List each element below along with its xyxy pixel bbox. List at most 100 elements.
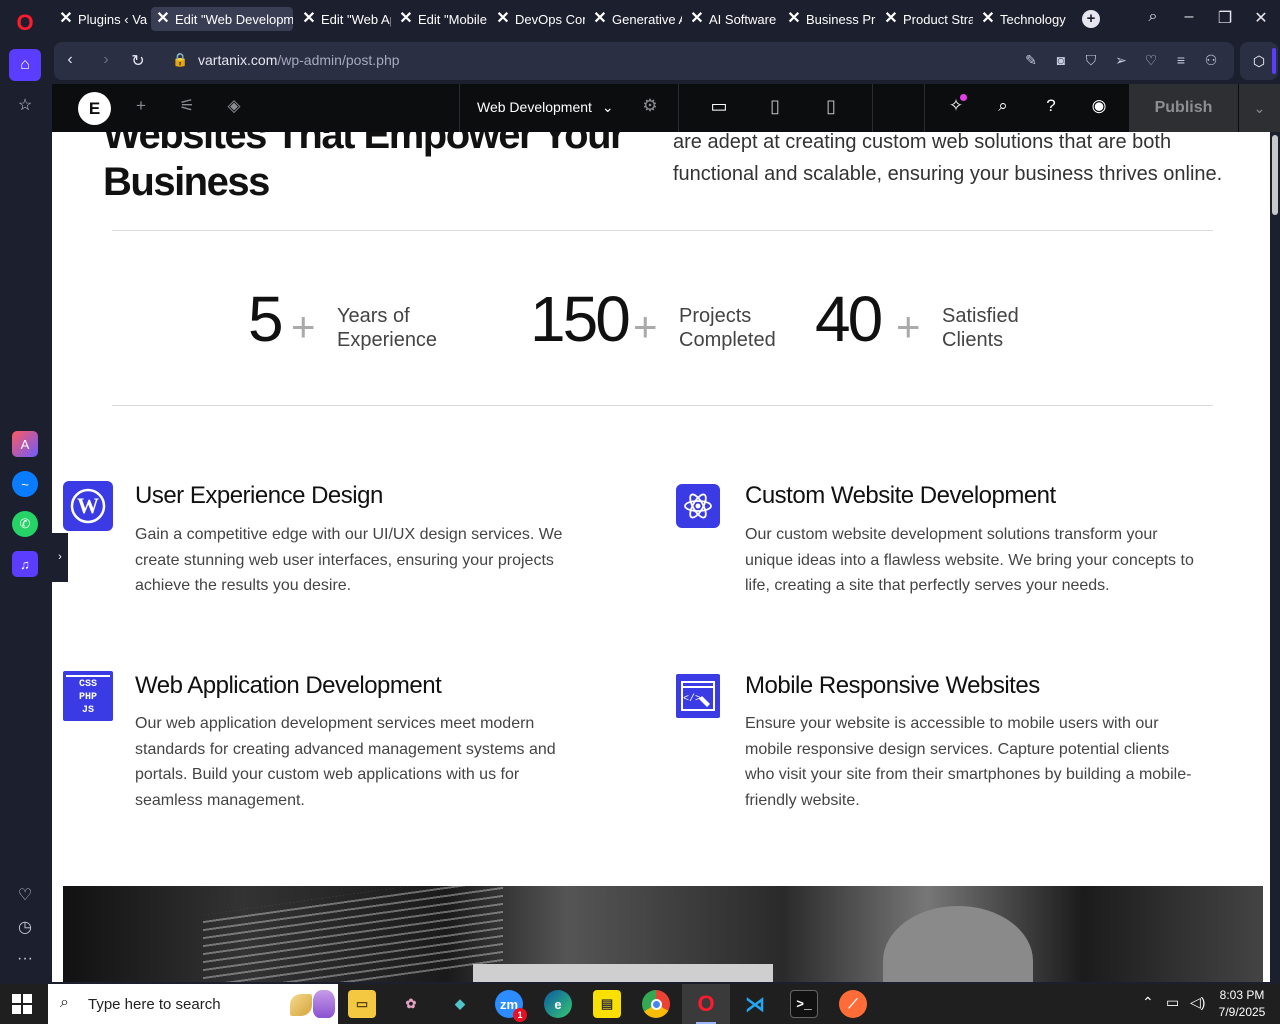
add-element-icon[interactable]: +	[129, 96, 153, 116]
music-player-icon[interactable]: ♫	[12, 551, 38, 577]
vscode-icon[interactable]: ⋊	[741, 990, 769, 1018]
tab-ai-software[interactable]: ✕ AI Software	[685, 7, 779, 31]
reload-icon[interactable]: ↻	[128, 51, 148, 71]
tab-edit-mobile[interactable]: ✕ Edit "Mobile	[394, 7, 488, 31]
messenger-icon[interactable]: ~	[12, 471, 38, 497]
back-icon[interactable]: ‹	[60, 51, 80, 69]
site-settings-icon[interactable]: ⚟	[175, 96, 199, 116]
more-icon[interactable]: ···	[9, 943, 41, 975]
zoom-icon[interactable]: zm 1	[495, 990, 527, 1022]
wordpress-icon[interactable]: W	[63, 481, 113, 531]
edge-icon[interactable]: e	[544, 990, 572, 1018]
stat-label[interactable]: Projects Completed	[679, 304, 809, 352]
minimize-button[interactable]: –	[1178, 8, 1200, 26]
service-title[interactable]: User Experience Design	[135, 482, 383, 510]
extensions-icon[interactable]: ⬡	[1240, 42, 1278, 80]
shield-icon[interactable]: ⛉	[1082, 52, 1100, 69]
help-icon[interactable]: ?	[1039, 96, 1063, 116]
finder-search-icon[interactable]: ⌕	[991, 96, 1015, 116]
address-bar: ‹ › ↻ 🔒 vartanix.com/wp-admin/post.php ✎…	[50, 42, 1280, 80]
panel-expand-chevron-icon[interactable]: ›	[52, 533, 68, 582]
camera-icon[interactable]: ◙	[1052, 52, 1070, 68]
restore-button[interactable]: ❐	[1214, 8, 1236, 28]
service-title[interactable]: Custom Website Development	[745, 482, 1056, 510]
service-title[interactable]: Web Application Development	[135, 672, 442, 700]
service-description[interactable]: Ensure your website is accessible to mob…	[745, 711, 1195, 813]
tab-plugins[interactable]: ✕ Plugins ‹ Vart	[54, 7, 148, 31]
tab-devops[interactable]: ✕ DevOps Con	[491, 7, 585, 31]
windows-start-icon[interactable]	[12, 994, 32, 1014]
terminal-icon[interactable]: >_	[790, 990, 818, 1018]
service-description[interactable]: Gain a competitive edge with our UI/UX d…	[135, 522, 585, 599]
tray-chevron-up-icon[interactable]: ⌃	[1142, 994, 1154, 1011]
css-php-js-icon[interactable]: CSS PHP JS	[63, 671, 113, 721]
search-tabs-icon[interactable]: ⌕	[1142, 8, 1164, 26]
new-tab-button[interactable]: +	[1082, 10, 1100, 28]
scrollbar-thumb[interactable]	[1272, 135, 1278, 215]
opera-logo-icon[interactable]: O	[12, 10, 38, 36]
divider	[459, 84, 460, 132]
structure-layers-icon[interactable]: ◈	[222, 96, 246, 116]
taskbar-search[interactable]: ⌕ Type here to search	[48, 984, 338, 1024]
stat-number[interactable]: 5	[248, 284, 284, 354]
tab-edit-web-development[interactable]: ✕ Edit "Web Developme	[151, 7, 293, 31]
service-description[interactable]: Our custom website development solutions…	[745, 522, 1195, 599]
code-wrench-icon[interactable]: </>	[676, 674, 720, 718]
heart-icon[interactable]: ♡	[1142, 52, 1160, 69]
page-settings-icon[interactable]: ⚙	[638, 96, 662, 116]
postman-icon[interactable]: ⟋	[839, 990, 867, 1018]
menu-icon[interactable]: ≡	[1172, 52, 1190, 68]
edit-icon[interactable]: ✎	[1022, 52, 1040, 69]
elementor-logo-icon[interactable]: E	[78, 92, 111, 125]
volume-icon[interactable]: ◁)	[1190, 994, 1205, 1011]
divider	[924, 84, 925, 132]
forward-icon[interactable]: ›	[96, 51, 116, 69]
chrome-icon[interactable]	[642, 990, 670, 1018]
opera-icon[interactable]: O	[692, 990, 720, 1024]
profile-icon[interactable]: ⚇	[1202, 52, 1220, 69]
tab-bar: ✕ Plugins ‹ Vart ✕ Edit "Web Developme ✕ Ed…	[50, 0, 1280, 38]
send-icon[interactable]: ➢	[1112, 52, 1130, 69]
file-explorer-icon[interactable]: ▭	[348, 990, 376, 1018]
whatsapp-icon[interactable]: ✆	[12, 511, 38, 537]
hero-title[interactable]: Websites That Empower Your Business	[103, 132, 626, 206]
tab-technology[interactable]: ✕Technology S	[976, 7, 1070, 31]
service-title[interactable]: Mobile Responsive Websites	[745, 672, 1040, 700]
mobile-view-icon[interactable]: ▯	[820, 96, 842, 117]
network-icon[interactable]: ▭	[1166, 994, 1179, 1011]
tab-edit-web-app[interactable]: ✕ Edit "Web Ap	[297, 7, 391, 31]
aria-icon[interactable]: A	[12, 431, 38, 457]
publish-button[interactable]: Publish	[1129, 84, 1238, 132]
hero-photo[interactable]	[63, 886, 1263, 982]
opera-sidebar: O ⌂ ☆ A ~ ✆ ♫ ♡ ◷ ···	[0, 0, 50, 984]
document-title-dropdown[interactable]: Web Development ⌄	[477, 99, 614, 116]
sticky-notes-icon[interactable]: ▤	[593, 990, 621, 1018]
tablet-view-icon[interactable]: ▯	[764, 96, 786, 117]
tab-product-strategy[interactable]: ✕ Product Strat	[879, 7, 973, 31]
system-clock[interactable]: 8:03 PM 7/9/2025	[1212, 987, 1272, 1021]
url-text[interactable]: vartanix.com/wp-admin/post.php	[198, 52, 400, 68]
star-icon[interactable]: ☆	[9, 89, 41, 121]
scrollbar-track[interactable]	[1270, 132, 1280, 982]
preview-eye-icon[interactable]: ◉	[1087, 96, 1111, 116]
tab-generative-ai[interactable]: ✕ Generative A	[588, 7, 682, 31]
desktop-view-icon[interactable]: ▭	[708, 96, 730, 117]
history-icon[interactable]: ◷	[9, 911, 41, 943]
tab-business-process[interactable]: ✕ Business Pro	[782, 7, 876, 31]
close-window-button[interactable]: ✕	[1250, 8, 1272, 28]
editor-canvas[interactable]: Websites That Empower Your Business are …	[52, 132, 1270, 982]
address-field[interactable]: ‹ › ↻ 🔒 vartanix.com/wp-admin/post.php ✎…	[54, 42, 1234, 80]
stat-label[interactable]: Years of Experience	[337, 304, 467, 352]
service-description[interactable]: Our web application development services…	[135, 711, 585, 813]
atom-icon[interactable]	[676, 484, 720, 528]
home-icon[interactable]: ⌂	[9, 49, 41, 81]
stat-number[interactable]: 150	[530, 284, 631, 354]
app-diamond-icon[interactable]: ◆	[446, 990, 474, 1018]
stat-label[interactable]: Satisfied Clients	[942, 304, 1072, 352]
stat-number[interactable]: 40	[815, 284, 883, 354]
publish-options-chevron-icon[interactable]: ⌄	[1239, 84, 1280, 132]
heart-icon[interactable]: ♡	[9, 879, 41, 911]
paint-icon[interactable]: ✿	[397, 990, 425, 1018]
hero-description[interactable]: are adept at creating custom web solutio…	[673, 132, 1233, 190]
lock-icon[interactable]: 🔒	[172, 52, 188, 68]
